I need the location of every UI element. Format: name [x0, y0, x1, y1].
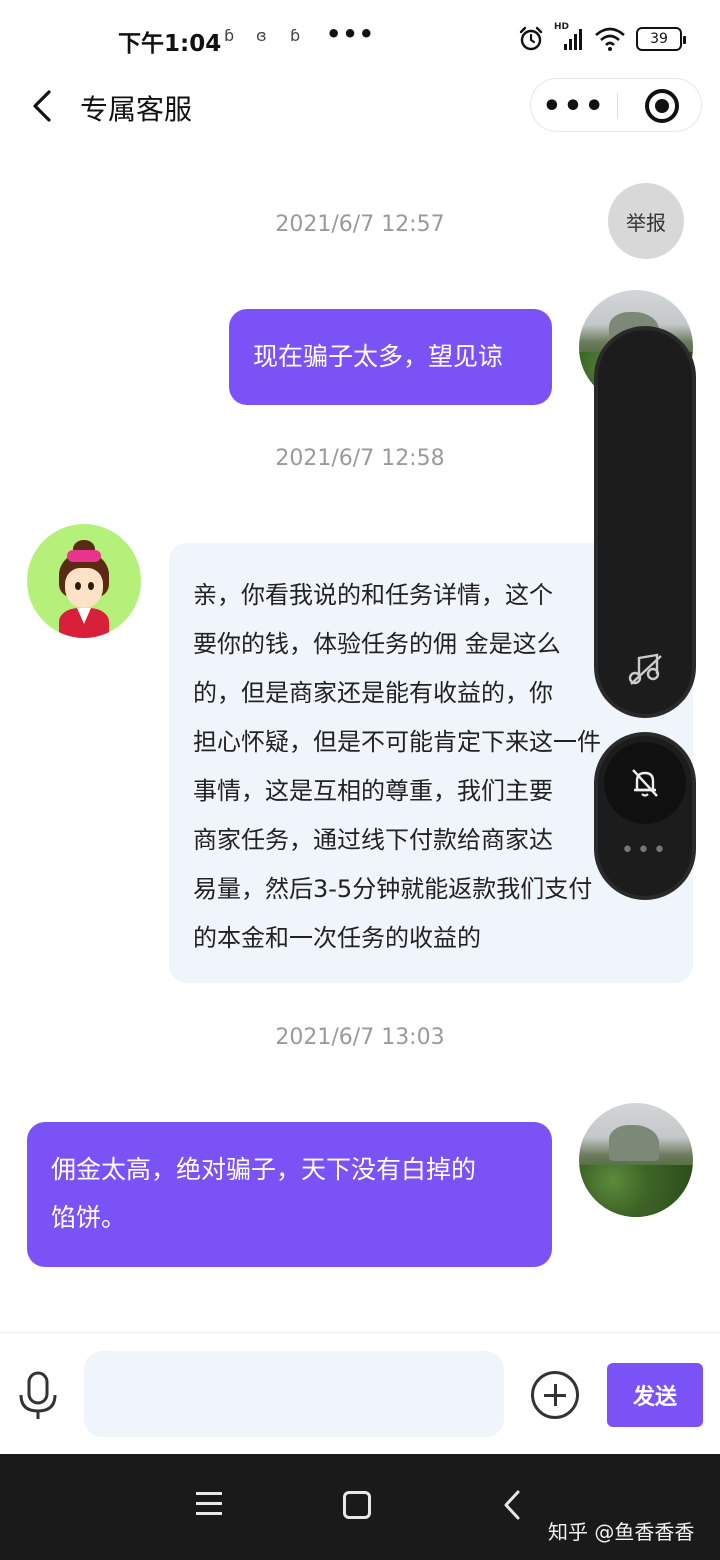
home-icon[interactable] [343, 1491, 371, 1519]
mute-button[interactable] [604, 742, 686, 824]
overlay-more-icon[interactable]: ••• [598, 838, 692, 863]
capsule-divider [617, 93, 618, 119]
status-right-group: HD 39 [518, 22, 686, 54]
alarm-icon [519, 26, 543, 51]
service-avatar[interactable] [27, 524, 141, 638]
close-button[interactable] [645, 89, 679, 123]
message-line: 易量，然后3-5分钟就能返款我们支付 [193, 875, 593, 903]
signal-icon: HD [554, 22, 584, 52]
back-button[interactable] [22, 86, 62, 126]
message-input[interactable] [84, 1351, 504, 1437]
message-line: 佣金太高，绝对骗子，天下没有白掉的 [51, 1155, 477, 1184]
message-line: 担心怀疑，但是不可能肯定下来这一件 [193, 728, 601, 756]
status-overflow-icon: ••• [326, 20, 376, 48]
notification-icon: ɓ [224, 26, 235, 45]
more-button[interactable]: ••• [531, 79, 617, 133]
music-off-icon[interactable] [627, 652, 663, 686]
message-line: 的，但是商家还是能有收益的，你 [193, 679, 553, 707]
system-navigation-bar: 知乎 @鱼香香香 [0, 1454, 720, 1560]
battery-level: 39 [650, 31, 668, 47]
status-bar: 下午1:04 ɓ ɞ ɓ ••• HD 39 [0, 0, 720, 78]
input-bar: 发送 [0, 1332, 720, 1454]
add-attachment-button[interactable] [531, 1371, 579, 1419]
bell-off-icon [632, 769, 658, 797]
nav-bar: 专属客服 ••• [0, 78, 720, 134]
battery-indicator: 39 [636, 27, 686, 51]
microphone-icon[interactable] [16, 1371, 60, 1421]
message-timestamp: 2021/6/7 12:57 [275, 212, 445, 237]
outgoing-message-bubble: 现在骗子太多，望见谅 [229, 309, 552, 405]
network-label: HD [554, 22, 570, 32]
notification-icon: ɓ [290, 26, 301, 45]
message-text: 现在骗子太多，望见谅 [253, 342, 504, 371]
send-button[interactable]: 发送 [607, 1363, 703, 1427]
user-avatar[interactable] [579, 1103, 693, 1217]
message-timestamp: 2021/6/7 13:03 [275, 1025, 445, 1050]
status-time: 下午1:04 [118, 31, 222, 57]
watermark: 知乎 @鱼香香香 [548, 1520, 695, 1544]
chevron-left-icon [33, 90, 51, 122]
page-title: 专属客服 [80, 93, 193, 126]
wifi-icon [595, 27, 625, 51]
message-line: 的本金和一次任务的收益的 [193, 924, 481, 952]
back-icon[interactable] [500, 1488, 524, 1522]
menu-icon[interactable] [196, 1492, 222, 1516]
mini-program-capsule: ••• [530, 78, 702, 132]
outgoing-message-bubble: 佣金太高，绝对骗子，天下没有白掉的 馅饼。 [27, 1122, 552, 1267]
notification-icon: ɞ [256, 26, 267, 45]
message-line: 馅饼。 [51, 1203, 127, 1232]
